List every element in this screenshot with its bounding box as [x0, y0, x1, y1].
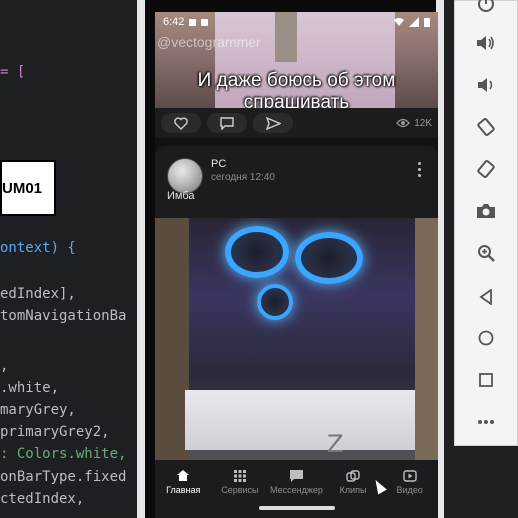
emulator-gap	[444, 0, 454, 518]
back-icon	[479, 289, 492, 305]
rotate-left-icon	[477, 118, 495, 136]
views-count: 12K	[414, 117, 432, 129]
code-line: ,	[0, 358, 9, 374]
code-line: ontext) {	[0, 240, 76, 256]
nav-label: Мессенджер	[270, 484, 323, 495]
phone-emulator: @vectogrammer И даже боюсь об этом спраш…	[137, 0, 444, 518]
back-button[interactable]	[471, 282, 501, 312]
home-icon	[478, 330, 494, 346]
nav-item-messenger[interactable]: Мессенджер	[268, 469, 324, 495]
photo-frame-left	[155, 218, 189, 480]
more-button[interactable]	[471, 407, 501, 437]
status-bar: 6:42	[155, 12, 438, 32]
gesture-home-indicator[interactable]	[259, 506, 335, 510]
grid-icon	[233, 469, 246, 482]
code-line: = [	[0, 64, 26, 80]
cpu-pump	[257, 284, 293, 320]
volume-down-button[interactable]	[471, 70, 501, 100]
home-icon	[177, 470, 190, 481]
photo-frame-right	[415, 218, 438, 480]
share-icon	[265, 116, 281, 130]
code-line: ctedIndex,	[0, 491, 85, 507]
nav-label: Главная	[166, 485, 201, 495]
cooler-fan	[225, 226, 289, 278]
photo-logo-mark: Z	[327, 430, 344, 458]
code-line: tomNavigationBa	[0, 308, 127, 324]
home-button[interactable]	[471, 323, 501, 353]
notification-icon	[201, 18, 209, 26]
author-avatar[interactable]	[167, 158, 203, 194]
emulator-toolbar	[454, 0, 518, 446]
notification-icon	[189, 18, 197, 26]
camera-icon	[477, 204, 495, 218]
message-icon	[289, 469, 303, 482]
post-author[interactable]: PC	[211, 158, 226, 170]
post-time: сегодня 12:40	[211, 172, 275, 183]
rotate-left-button[interactable]	[471, 112, 501, 142]
overview-icon	[479, 373, 493, 387]
nav-label: Видео	[396, 484, 423, 495]
overview-button[interactable]	[471, 365, 501, 395]
like-button[interactable]	[161, 113, 201, 133]
volume-up-icon	[477, 36, 494, 50]
clips-icon	[346, 469, 360, 482]
code-line: onBarType.fixed	[0, 469, 127, 485]
phone-screen: @vectogrammer И даже боюсь об этом спраш…	[155, 12, 438, 518]
wifi-icon	[394, 18, 404, 26]
more-icon	[478, 420, 494, 424]
rotate-right-button[interactable]	[471, 154, 501, 184]
post-actions-bar: 12K	[155, 108, 438, 138]
nav-item-video[interactable]: Видео	[382, 469, 438, 495]
status-time: 6:42	[163, 16, 185, 28]
nav-label: Сервисы	[221, 484, 259, 495]
battery-icon	[424, 18, 430, 27]
code-editor: = [ ontext) { edIndex], tomNavigationBa …	[0, 0, 140, 518]
power-button[interactable]	[471, 0, 501, 19]
signal-icon	[409, 17, 419, 27]
nav-label: Клипы	[339, 484, 367, 495]
screenshot-button[interactable]	[471, 196, 501, 226]
nav-item-services[interactable]: Сервисы	[212, 469, 268, 495]
code-line: edIndex],	[0, 286, 76, 302]
more-options-icon[interactable]	[418, 162, 422, 178]
video-subtitle-line2: спрашивать	[243, 92, 350, 108]
eye-icon	[396, 118, 411, 128]
video-icon	[402, 469, 417, 482]
rotate-right-icon	[477, 160, 495, 178]
code-line: maryGrey,	[0, 402, 76, 418]
volume-up-button[interactable]	[471, 28, 501, 58]
video-subtitle-line1: И даже боюсь об этом	[197, 70, 396, 91]
cooler-fan	[295, 232, 363, 284]
video-watermark: @vectogrammer	[157, 34, 261, 50]
post-photo[interactable]: Z	[155, 218, 438, 480]
zoom-button[interactable]	[471, 238, 501, 268]
nav-item-home[interactable]: Главная	[155, 469, 211, 495]
code-line: primaryGrey2,	[0, 424, 110, 440]
zoom-icon	[478, 245, 495, 262]
comment-icon	[220, 116, 234, 130]
volume-down-icon	[478, 78, 493, 92]
heart-icon	[174, 116, 188, 130]
psu-shroud	[185, 390, 415, 450]
views-counter: 12K	[396, 118, 432, 129]
comment-button[interactable]	[207, 113, 247, 133]
bottom-navigation: Главная Сервисы Мессенджер Клипы Видео	[155, 460, 438, 504]
post-text: Имба	[167, 190, 195, 202]
code-line: .white,	[0, 380, 60, 396]
code-line: : Colors.white,	[0, 446, 127, 462]
share-button[interactable]	[253, 113, 293, 133]
editor-device-label: UM01	[0, 160, 56, 216]
power-icon	[478, 0, 494, 12]
